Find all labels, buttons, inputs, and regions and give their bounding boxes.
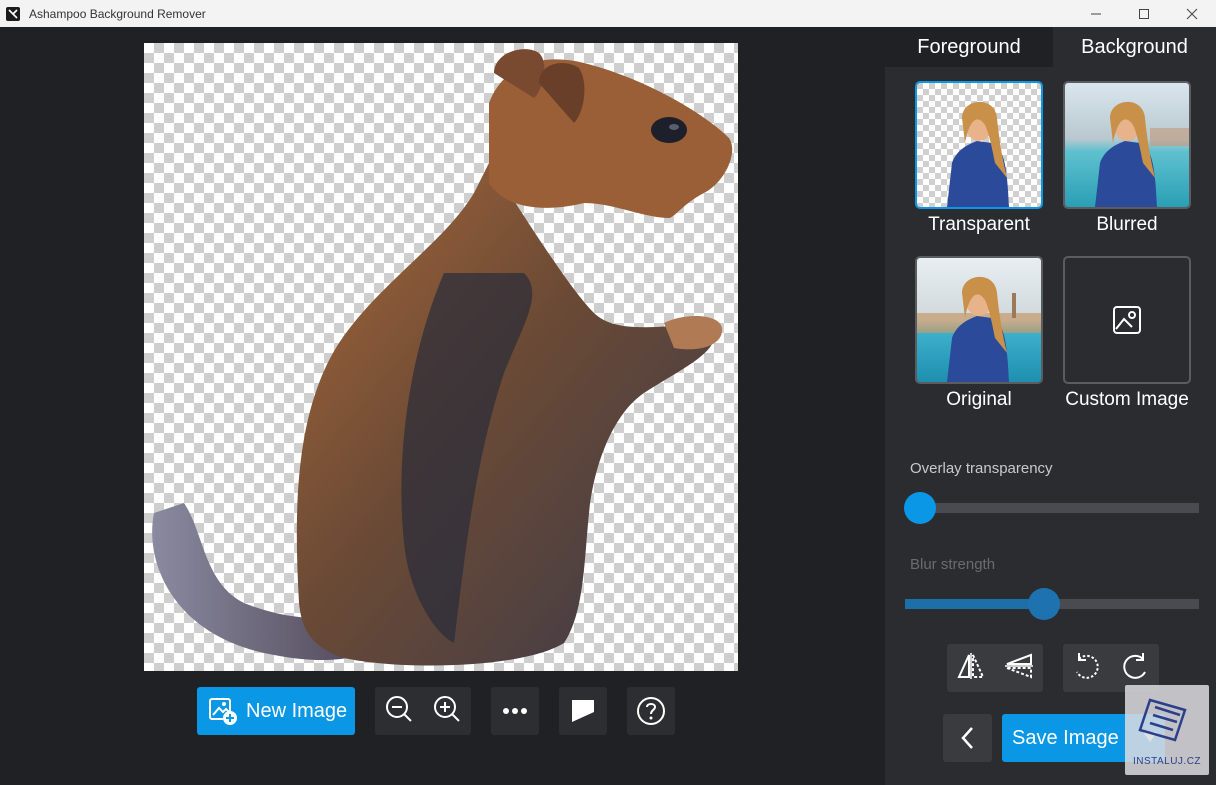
option-blurred[interactable] [1063, 81, 1191, 209]
image-icon [1113, 306, 1141, 334]
save-image-label: Save Image [1012, 726, 1119, 749]
canvas-area [0, 27, 885, 785]
compare-icon [572, 700, 594, 722]
zoom-in-button[interactable] [432, 694, 462, 729]
add-image-icon [209, 698, 237, 725]
tab-bar: Foreground Background [885, 27, 1216, 67]
side-panel: Foreground Background Transparent Blurre… [885, 27, 1216, 785]
new-image-button[interactable]: New Image [197, 687, 355, 735]
blur-strength-fill [905, 599, 1045, 609]
flip-controls [947, 644, 1043, 692]
image-preview[interactable] [144, 43, 738, 671]
rotate-right-icon [1123, 652, 1146, 679]
blur-strength-label: Blur strength [910, 556, 996, 573]
original-thumbnail [917, 258, 1041, 382]
compare-button[interactable] [559, 687, 607, 735]
rotate-right-button[interactable] [1119, 650, 1151, 687]
minimize-button[interactable] [1072, 0, 1120, 27]
close-icon [1186, 8, 1198, 19]
help-button[interactable] [627, 687, 675, 735]
option-custom-image-label: Custom Image [1065, 389, 1189, 410]
close-button[interactable] [1168, 0, 1216, 27]
zoom-out-button[interactable] [384, 694, 414, 729]
option-custom-image[interactable] [1063, 256, 1191, 384]
rotate-left-icon [1076, 652, 1099, 679]
overlay-transparency-thumb[interactable] [904, 492, 936, 524]
more-icon [503, 708, 527, 714]
option-original[interactable] [915, 256, 1043, 384]
zoom-out-icon [386, 695, 412, 722]
app-logo-icon [6, 6, 20, 21]
watermark-logo [1138, 698, 1187, 742]
transparent-thumbnail [917, 83, 1041, 207]
zoom-controls [375, 687, 471, 735]
overlay-transparency-slider[interactable] [910, 503, 1199, 513]
option-transparent-label: Transparent [928, 214, 1030, 235]
new-image-label: New Image [246, 699, 348, 722]
option-blurred-label: Blurred [1096, 214, 1158, 235]
minimize-icon [1091, 13, 1101, 14]
window-title: Ashampoo Background Remover [29, 6, 206, 21]
help-icon [637, 697, 665, 725]
flip-vertical-button[interactable] [1003, 651, 1035, 686]
zoom-in-icon [434, 695, 460, 722]
flip-vertical-icon [1005, 653, 1033, 678]
blur-strength-thumb[interactable] [1028, 588, 1060, 620]
option-original-label: Original [946, 389, 1012, 410]
more-button[interactable] [491, 687, 539, 735]
back-button[interactable] [943, 714, 992, 762]
rotate-left-button[interactable] [1071, 650, 1103, 687]
option-transparent[interactable] [915, 81, 1043, 209]
watermark: INSTALUJ.CZ [1125, 685, 1209, 775]
title-bar: Ashampoo Background Remover [0, 0, 1216, 27]
chevron-left-icon [960, 727, 973, 749]
blurred-thumbnail [1065, 83, 1189, 207]
maximize-button[interactable] [1120, 0, 1168, 27]
maximize-icon [1139, 8, 1149, 19]
overlay-transparency-label: Overlay transparency [910, 460, 1053, 477]
flip-horizontal-icon [957, 652, 985, 679]
chipmunk-image [152, 49, 733, 666]
watermark-text: INSTALUJ.CZ [1132, 756, 1202, 767]
flip-horizontal-button[interactable] [955, 651, 987, 686]
tab-background[interactable]: Background [1053, 27, 1216, 67]
tab-foreground[interactable]: Foreground [885, 27, 1053, 67]
